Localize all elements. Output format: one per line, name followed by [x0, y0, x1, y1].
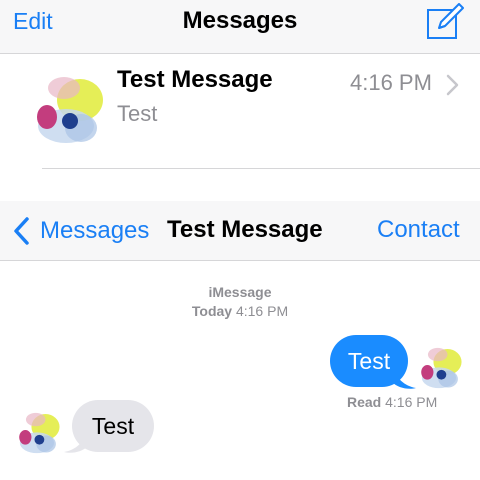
- contact-button[interactable]: Contact: [377, 216, 460, 244]
- conversation-preview: Test: [117, 101, 158, 126]
- back-button-label: Messages: [40, 217, 150, 244]
- conversation-title: Test Message: [167, 216, 323, 243]
- chevron-right-icon: [446, 74, 459, 96]
- conversation-timestamp: 4:16 PM: [350, 70, 432, 95]
- compose-icon[interactable]: [426, 3, 464, 41]
- service-label: iMessage: [208, 284, 272, 300]
- conversation-navbar: Messages Test Message Contact: [0, 201, 480, 261]
- messages-list-navbar: Edit Messages: [0, 0, 480, 54]
- day-label: Today: [191, 303, 233, 319]
- avatar: [421, 347, 463, 389]
- receipt-time: 4:16 PM: [385, 394, 438, 410]
- avatar: [36, 74, 106, 146]
- read-receipt: Read 4:16 PM: [347, 394, 437, 410]
- avatar: [19, 412, 61, 454]
- outgoing-message-bubble[interactable]: Test: [330, 335, 408, 387]
- receipt-status: Read: [347, 394, 382, 410]
- incoming-message-bubble[interactable]: Test: [72, 400, 154, 452]
- back-button[interactable]: Messages: [12, 214, 149, 248]
- page-title: Messages: [182, 7, 298, 34]
- day-time: 4:16 PM: [235, 303, 289, 319]
- row-divider: [42, 168, 480, 169]
- conversation-name: Test Message: [117, 66, 273, 93]
- message-timestamp-header: Today 4:16 PM: [0, 303, 480, 319]
- chevron-left-icon: [14, 217, 29, 245]
